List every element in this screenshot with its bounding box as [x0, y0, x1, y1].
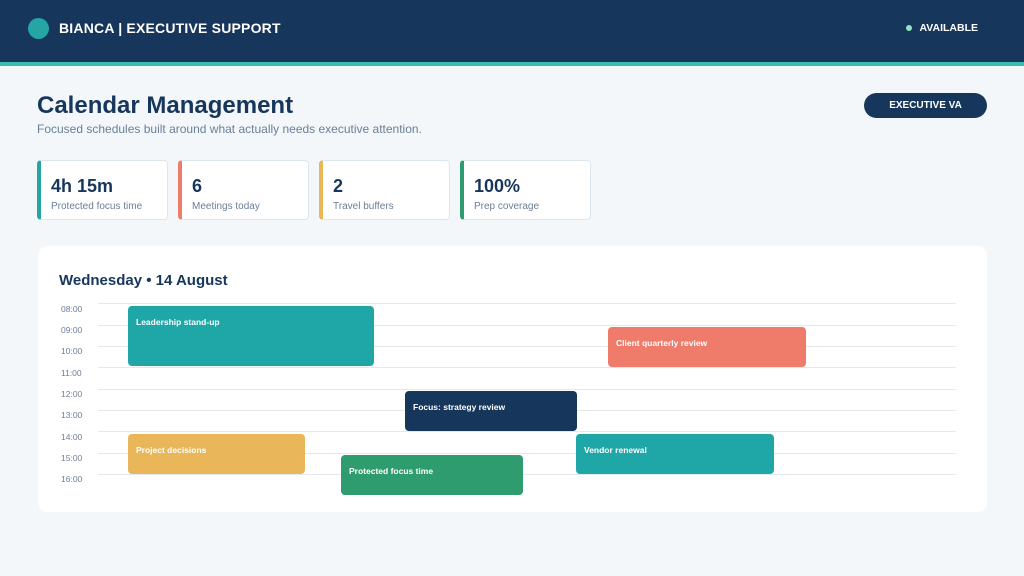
time-label: 15:00	[61, 453, 83, 463]
calendar-date-title: Wednesday • 14 August	[59, 272, 228, 289]
stat-value: 4h 15m	[51, 176, 114, 196]
event-title: Focus: strategy review	[413, 402, 506, 412]
calendar-panel: Wednesday • 14 August 08:00 09:00 10:00 …	[38, 246, 987, 512]
status-label: AVAILABLE	[919, 22, 978, 34]
stat-card-prep-coverage: 100% Prep coverage	[460, 160, 591, 220]
event-vendor-renewal[interactable]: Vendor renewal	[576, 434, 774, 474]
stat-label: Meetings today	[192, 201, 260, 212]
time-label: 14:00	[61, 432, 83, 442]
top-bar: BIANCA | EXECUTIVE SUPPORT AVAILABLE	[0, 0, 1024, 62]
time-label: 08:00	[61, 304, 83, 314]
stat-card-meetings: 6 Meetings today	[178, 160, 309, 220]
brand-title: BIANCA | EXECUTIVE SUPPORT	[59, 20, 281, 36]
time-label: 09:00	[61, 325, 83, 335]
hour-gridline	[98, 389, 956, 390]
event-title: Client quarterly review	[616, 338, 708, 348]
page-subtitle: Focused schedules built around what actu…	[37, 122, 422, 136]
time-label: 16:00	[61, 474, 83, 484]
page-title: Calendar Management	[37, 92, 294, 119]
stat-card-focus-time: 4h 15m Protected focus time	[37, 160, 168, 220]
time-label: 12:00	[61, 389, 83, 399]
status-dot-icon	[906, 25, 913, 31]
hour-gridline	[98, 367, 956, 368]
brand-logo-icon	[28, 18, 49, 39]
time-label: 13:00	[61, 410, 83, 420]
event-leadership-standup[interactable]: Leadership stand-up	[128, 306, 374, 366]
stat-label: Protected focus time	[51, 201, 143, 212]
event-client-quarterly-review[interactable]: Client quarterly review	[608, 327, 806, 367]
stat-label: Travel buffers	[333, 201, 394, 212]
event-focus-strategy-review[interactable]: Focus: strategy review	[405, 391, 577, 431]
hour-gridline	[98, 303, 956, 304]
stat-value: 6	[192, 176, 203, 196]
stat-card-travel-buffers: 2 Travel buffers	[319, 160, 450, 220]
event-title: Leadership stand-up	[136, 317, 220, 327]
availability-status: AVAILABLE	[906, 22, 978, 34]
stat-value: 100%	[474, 176, 521, 196]
event-title: Protected focus time	[349, 466, 434, 476]
event-title: Vendor renewal	[584, 445, 647, 455]
role-badge[interactable]: EXECUTIVE VA	[864, 93, 987, 118]
time-label: 10:00	[61, 346, 83, 356]
stat-label: Prep coverage	[474, 201, 540, 212]
stat-value: 2	[333, 176, 344, 196]
event-protected-focus-time[interactable]: Protected focus time	[341, 455, 523, 495]
time-label: 11:00	[61, 368, 82, 378]
hour-gridline	[98, 431, 956, 432]
top-bar-accent	[0, 62, 1024, 66]
hour-gridline	[98, 474, 956, 475]
event-title: Project decisions	[136, 445, 207, 455]
event-project-decisions[interactable]: Project decisions	[128, 434, 305, 474]
